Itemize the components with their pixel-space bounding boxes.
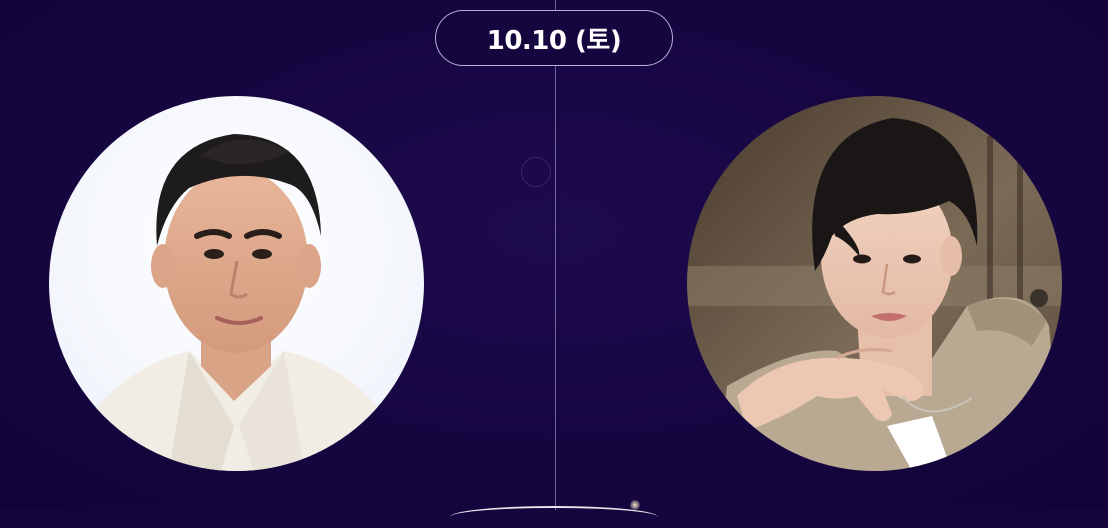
date-label: 10.10 (토): [486, 25, 622, 56]
decorative-ring-icon: [521, 157, 551, 187]
person-right-image: [687, 96, 1062, 471]
person-left-image: [49, 96, 424, 471]
decorative-glow-icon: [630, 500, 640, 510]
performer-photo-right[interactable]: [687, 96, 1062, 471]
date-badge: 10.10 (토): [435, 10, 673, 66]
performer-photo-left[interactable]: [49, 96, 424, 471]
bottom-button-edge: [450, 506, 658, 528]
event-banner: 10.10 (토): [0, 0, 1108, 510]
center-divider: [555, 0, 556, 510]
